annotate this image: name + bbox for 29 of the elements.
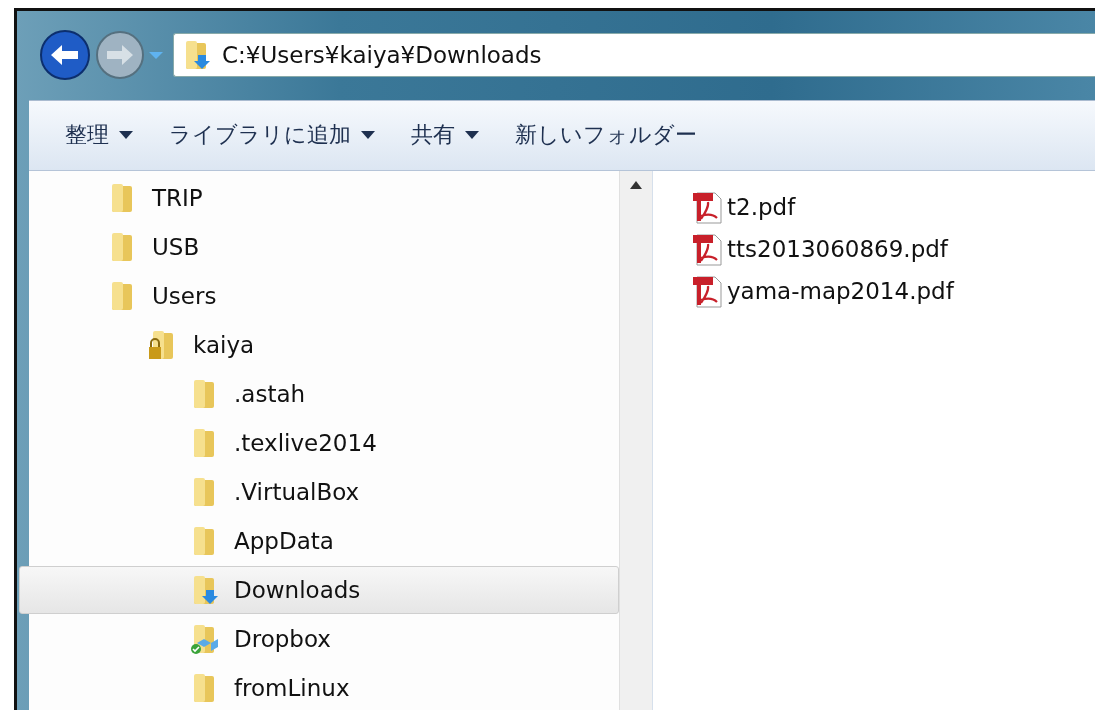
tree-item[interactable]: USB bbox=[19, 223, 619, 271]
tree-item[interactable]: .astah bbox=[19, 370, 619, 418]
tree-item[interactable]: TRIP bbox=[19, 174, 619, 222]
pdf-file-icon bbox=[691, 274, 725, 308]
tree-item[interactable]: AppData bbox=[19, 517, 619, 565]
back-button[interactable] bbox=[39, 29, 91, 82]
tree-item[interactable]: Downloads bbox=[19, 566, 619, 614]
caret-icon bbox=[465, 131, 479, 140]
file-item[interactable]: t2.pdf bbox=[691, 189, 1095, 225]
caret-icon bbox=[119, 131, 133, 140]
tree-item[interactable]: fromLinux bbox=[19, 664, 619, 710]
toolbar-button[interactable]: 新しいフォルダー bbox=[503, 114, 709, 157]
toolbar-button[interactable]: 共有 bbox=[399, 114, 491, 157]
toolbar-button[interactable]: ライブラリに追加 bbox=[157, 114, 387, 157]
address-bar[interactable]: C:¥Users¥kaiya¥Downloads bbox=[173, 33, 1095, 78]
tree-item[interactable]: .VirtualBox bbox=[19, 468, 619, 516]
file-item[interactable]: tts2013060869.pdf bbox=[691, 231, 1095, 267]
forward-button[interactable] bbox=[95, 30, 145, 81]
tree-item[interactable]: Users bbox=[19, 272, 619, 320]
tree-item[interactable]: .texlive2014 bbox=[19, 419, 619, 467]
pdf-file-icon bbox=[691, 232, 725, 266]
pdf-file-icon bbox=[691, 190, 725, 224]
toolbar-button[interactable]: 整理 bbox=[53, 114, 145, 157]
tree-item[interactable]: kaiya bbox=[19, 321, 619, 369]
tree-item[interactable]: Dropbox bbox=[19, 615, 619, 663]
dropbox-folder-icon bbox=[190, 623, 220, 655]
caret-icon bbox=[361, 131, 375, 140]
scroll-up-icon[interactable] bbox=[630, 181, 642, 189]
file-item[interactable]: yama-map2014.pdf bbox=[691, 273, 1095, 309]
